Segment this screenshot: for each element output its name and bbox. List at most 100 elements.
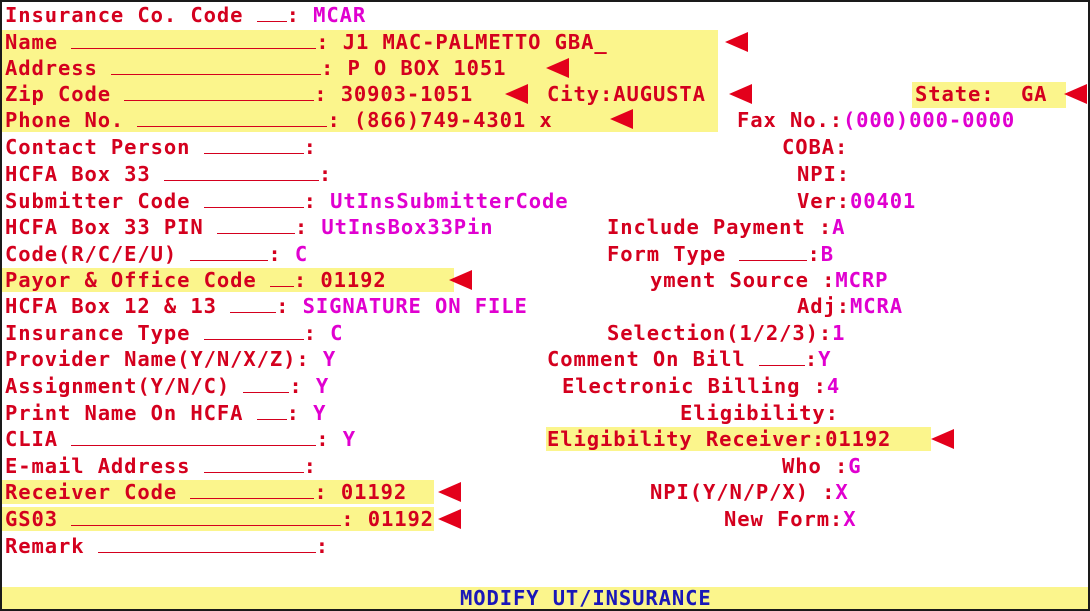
name-label: Name	[5, 30, 58, 54]
zip-label: Zip Code	[5, 82, 111, 106]
contact-label: Contact Person	[5, 135, 191, 159]
form-type-field: Form Type :B	[607, 242, 834, 266]
hcfa33pin-value[interactable]: UtInsBox33Pin	[321, 215, 493, 239]
cursor: _	[594, 30, 608, 54]
fax-value[interactable]: (000)000-0000	[843, 108, 1015, 132]
address-row: Address : P O BOX 1051	[5, 56, 507, 80]
phone-value[interactable]: (866)749-4301 x	[354, 108, 553, 132]
contact-row: Contact Person :	[5, 135, 317, 159]
ver-label: Ver:	[797, 189, 850, 213]
arrow-receiver-icon	[438, 482, 461, 502]
ins-code-label: Insurance Co. Code	[5, 3, 244, 27]
arrow-city-icon	[729, 84, 752, 104]
include-payment-value[interactable]: A	[832, 215, 845, 239]
submitter-value[interactable]: UtInsSubmitterCode	[330, 189, 568, 213]
payor-value[interactable]: 01192	[320, 268, 386, 292]
npi-ynpx-label: NPI(Y/N/P/X) :	[650, 480, 836, 504]
assignment-value[interactable]: Y	[316, 374, 329, 398]
selection-value[interactable]: 1	[832, 321, 845, 345]
address-value[interactable]: P O BOX 1051	[347, 56, 506, 80]
hcfa33-label: HCFA Box 33	[5, 162, 151, 186]
comment-value[interactable]: Y	[818, 347, 831, 371]
fax-field: Fax No.:(000)000-0000	[737, 108, 1015, 132]
npi-ynpx-value[interactable]: X	[835, 480, 848, 504]
who-field: Who :G	[782, 454, 861, 478]
coba-field: COBA:	[782, 135, 848, 159]
hcfa33-row: HCFA Box 33 :	[5, 162, 333, 186]
ebilling-field: Electronic Billing :4	[562, 374, 840, 398]
code-rceu-label: Code(R/C/E/U)	[5, 242, 178, 266]
ebilling-value[interactable]: 4	[827, 374, 840, 398]
terminal-screen: Insurance Co. Code : MCAR Name : J1 MAC-…	[0, 0, 1090, 611]
hcfa1213-row: HCFA Box 12 & 13 : SIGNATURE ON FILE	[5, 294, 528, 318]
print-name-row: Print Name On HCFA : Y	[5, 401, 327, 425]
ins-code-row: Insurance Co. Code : MCAR	[5, 3, 367, 27]
submitter-row: Submitter Code : UtInsSubmitterCode	[5, 189, 569, 213]
receiver-row: Receiver Code : 01192	[5, 480, 408, 504]
payment-source-value[interactable]: MCRP	[835, 268, 888, 292]
ins-type-value[interactable]: C	[330, 321, 343, 345]
new-form-value[interactable]: X	[843, 507, 856, 531]
address-label: Address	[5, 56, 98, 80]
clia-row: CLIA : Y	[5, 427, 356, 451]
hcfa1213-label: HCFA Box 12 & 13	[5, 294, 217, 318]
form-type-value[interactable]: B	[821, 242, 834, 266]
comment-label: Comment On Bill	[547, 347, 746, 371]
clia-label: CLIA	[5, 427, 58, 451]
name-value[interactable]: J1 MAC-PALMETTO GBA	[343, 30, 595, 54]
state-label: State:	[915, 82, 995, 106]
ver-value[interactable]: 00401	[850, 189, 916, 213]
payor-label: Payor & Office Code	[5, 268, 257, 292]
city-field: City:AUGUSTA	[547, 82, 706, 106]
ins-type-label: Insurance Type	[5, 321, 191, 345]
new-form-label: New Form:	[724, 507, 844, 531]
print-name-value[interactable]: Y	[313, 401, 326, 425]
npi-label: NPI:	[797, 162, 850, 186]
hcfa33pin-row: HCFA Box 33 PIN : UtInsBox33Pin	[5, 215, 494, 239]
email-row: E-mail Address :	[5, 454, 317, 478]
hcfa33pin-label: HCFA Box 33 PIN	[5, 215, 204, 239]
name-row: Name : J1 MAC-PALMETTO GBA_	[5, 30, 608, 54]
form-type-label: Form Type	[607, 242, 727, 266]
npi-ynpx-field: NPI(Y/N/P/X) :X	[650, 480, 849, 504]
arrow-address-icon	[546, 58, 569, 78]
city-label: City:	[547, 82, 614, 106]
print-name-label: Print Name On HCFA	[5, 401, 244, 425]
city-value[interactable]: AUGUSTA	[613, 82, 706, 106]
state-value[interactable]: GA	[1021, 82, 1047, 106]
coba-label: COBA:	[782, 135, 849, 159]
phone-row: Phone No. : (866)749-4301 x	[5, 108, 553, 132]
receiver-value[interactable]: 01192	[341, 480, 407, 504]
zip-value[interactable]: 30903-1051	[341, 82, 473, 106]
prov-name-value[interactable]: Y	[323, 347, 336, 371]
status-bar-title: MODIFY UT/INSURANCE	[460, 586, 712, 610]
selection-label: Selection(1/2/3):	[607, 321, 833, 345]
gs03-label: GS03	[5, 507, 58, 531]
comment-field: Comment On Bill :Y	[547, 347, 832, 371]
adj-label: Adj:	[797, 294, 850, 318]
zip-row: Zip Code : 30903-1051	[5, 82, 474, 106]
gs03-value[interactable]: 01192	[368, 507, 434, 531]
status-bar: MODIFY UT/INSURANCE	[2, 586, 1088, 610]
hcfa1213-value[interactable]: SIGNATURE ON FILE	[303, 294, 528, 318]
elig-receiver-field: Eligibility Receiver:01192	[547, 427, 891, 451]
email-label: E-mail Address	[5, 454, 191, 478]
who-value[interactable]: G	[848, 454, 861, 478]
state-field: State: GA	[915, 82, 1047, 106]
clia-value[interactable]: Y	[343, 427, 356, 451]
eligibility-label: Eligibility:	[680, 401, 839, 425]
code-rceu-value[interactable]: C	[295, 242, 308, 266]
ins-code-value[interactable]: MCAR	[313, 3, 366, 27]
ebilling-label: Electronic Billing :	[562, 374, 827, 398]
eligibility-field: Eligibility:	[680, 401, 839, 425]
submitter-label: Submitter Code	[5, 189, 191, 213]
adj-value[interactable]: MCRA	[850, 294, 903, 318]
arrow-name-icon	[725, 32, 748, 52]
include-payment-label: Include Payment :	[607, 215, 833, 239]
payment-source-label: yment Source :	[650, 268, 836, 292]
arrow-payor-icon	[449, 270, 472, 290]
arrow-phone-icon	[610, 109, 633, 129]
assignment-row: Assignment(Y/N/C) : Y	[5, 374, 330, 398]
elig-receiver-value[interactable]: 01192	[825, 427, 891, 451]
new-form-field: New Form:X	[724, 507, 856, 531]
